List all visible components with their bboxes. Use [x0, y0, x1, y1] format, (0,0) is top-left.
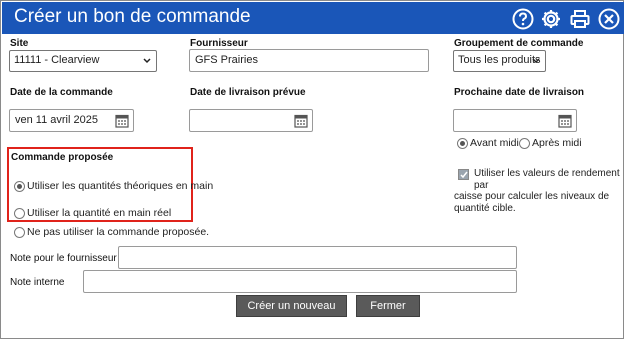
help-icon[interactable]: [512, 8, 534, 30]
yield-label-line1: Utiliser les valeurs de rendement par: [474, 168, 620, 191]
print-icon[interactable]: [569, 8, 591, 30]
chevron-down-icon: [143, 58, 151, 64]
supplier-field[interactable]: GFS Prairies: [189, 49, 429, 72]
group-select-value: Tous les produits: [458, 54, 541, 66]
calendar-icon[interactable]: [294, 113, 308, 128]
yield-label-line2: caisse pour calculer les niveaux de: [454, 191, 610, 202]
checkmark-icon: [460, 171, 468, 179]
apres-midi-label: Après midi: [532, 137, 582, 149]
no-proposed-order-label: Ne pas utiliser la commande proposée.: [27, 226, 210, 238]
close-icon[interactable]: [598, 8, 620, 30]
yield-label-line3: quantité cible.: [454, 202, 516, 214]
order-date-field[interactable]: ven 11 avril 2025: [9, 109, 134, 132]
supplier-note-label: Note pour le fournisseur: [10, 253, 117, 264]
close-button[interactable]: Fermer: [356, 295, 420, 317]
group-label: Groupement de commande: [454, 38, 584, 49]
group-select[interactable]: Tous les produits: [453, 50, 546, 72]
dialog: Créer un bon de commande Site 11111 - Cl…: [0, 0, 624, 339]
chevron-down-icon: [532, 58, 540, 64]
next-delivery-field[interactable]: [453, 109, 577, 132]
calendar-icon[interactable]: [558, 113, 572, 128]
theoretical-quantities-label: Utiliser les quantités théoriques en mai…: [27, 180, 214, 192]
calendar-icon[interactable]: [115, 113, 129, 128]
radio-actual-quantity[interactable]: [14, 208, 25, 219]
proposed-order-heading: Commande proposée: [11, 152, 114, 163]
radio-avant-midi[interactable]: [457, 138, 468, 149]
radio-apres-midi[interactable]: [519, 138, 530, 149]
supplier-label: Fournisseur: [190, 38, 248, 49]
order-date-label: Date de la commande: [10, 87, 113, 98]
internal-note-label: Note interne: [10, 277, 65, 288]
delivery-date-label: Date de livraison prévue: [190, 87, 306, 98]
delivery-date-field[interactable]: [189, 109, 313, 132]
order-date-value: ven 11 avril 2025: [15, 114, 98, 126]
dialog-title: Créer un bon de commande: [14, 6, 251, 27]
internal-note-field[interactable]: [83, 270, 517, 293]
radio-no-proposed-order[interactable]: [14, 227, 25, 238]
title-bar: Créer un bon de commande: [2, 2, 624, 34]
actual-quantity-label: Utiliser la quantité en main réel: [27, 207, 172, 219]
yield-checkbox[interactable]: [458, 169, 469, 180]
site-select[interactable]: 11111 - Clearview: [9, 50, 157, 72]
create-new-button[interactable]: Créer un nouveau: [236, 295, 347, 317]
avant-midi-label: Avant midi: [470, 137, 519, 149]
yield-label: Utiliser les valeurs de rendement par ca…: [454, 168, 623, 214]
next-delivery-label: Prochaine date de livraison: [454, 87, 585, 98]
site-label: Site: [10, 38, 29, 49]
radio-theoretical-quantities[interactable]: [14, 181, 25, 192]
supplier-note-field[interactable]: [118, 246, 517, 269]
gear-icon[interactable]: [540, 8, 562, 30]
site-select-value: 11111 - Clearview: [14, 54, 100, 66]
